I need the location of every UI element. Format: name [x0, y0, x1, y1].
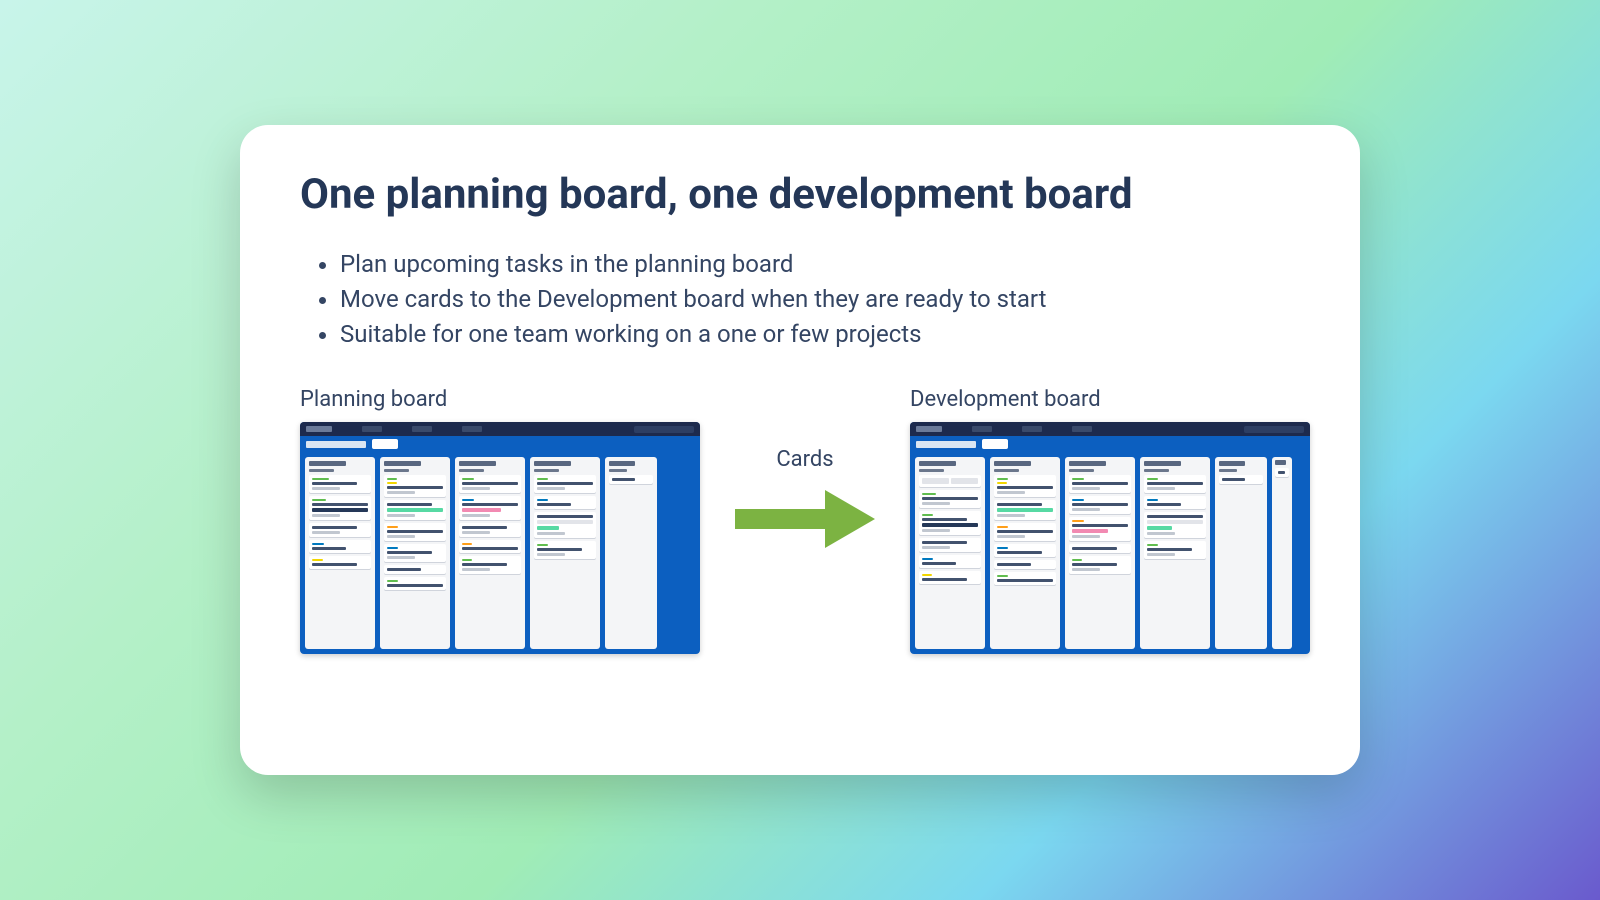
boards-row: Planning board	[300, 387, 1300, 654]
planning-board-block: Planning board	[300, 387, 700, 654]
planning-board-thumbnail	[300, 422, 700, 654]
thumb-board-header	[300, 436, 700, 452]
development-board-thumbnail	[910, 422, 1310, 654]
bullet-item: Move cards to the Development board when…	[340, 282, 1300, 317]
slide-title: One planning board, one development boar…	[300, 170, 1300, 219]
arrow-label: Cards	[776, 447, 833, 472]
cards-arrow-block: Cards	[720, 447, 890, 556]
thumb-board-header	[910, 436, 1310, 452]
planning-board-label: Planning board	[300, 387, 700, 412]
development-board-block: Development board	[910, 387, 1310, 654]
thumb-lists	[910, 452, 1310, 654]
bullet-item: Suitable for one team working on a one o…	[340, 317, 1300, 352]
arrow-right-icon	[730, 482, 880, 556]
gradient-background: One planning board, one development boar…	[0, 0, 1600, 900]
bullet-list: Plan upcoming tasks in the planning boar…	[300, 247, 1300, 351]
bullet-item: Plan upcoming tasks in the planning boar…	[340, 247, 1300, 282]
development-board-label: Development board	[910, 387, 1310, 412]
slide-card: One planning board, one development boar…	[240, 125, 1360, 775]
thumb-topbar	[300, 422, 700, 436]
thumb-topbar	[910, 422, 1310, 436]
thumb-lists	[300, 452, 700, 654]
